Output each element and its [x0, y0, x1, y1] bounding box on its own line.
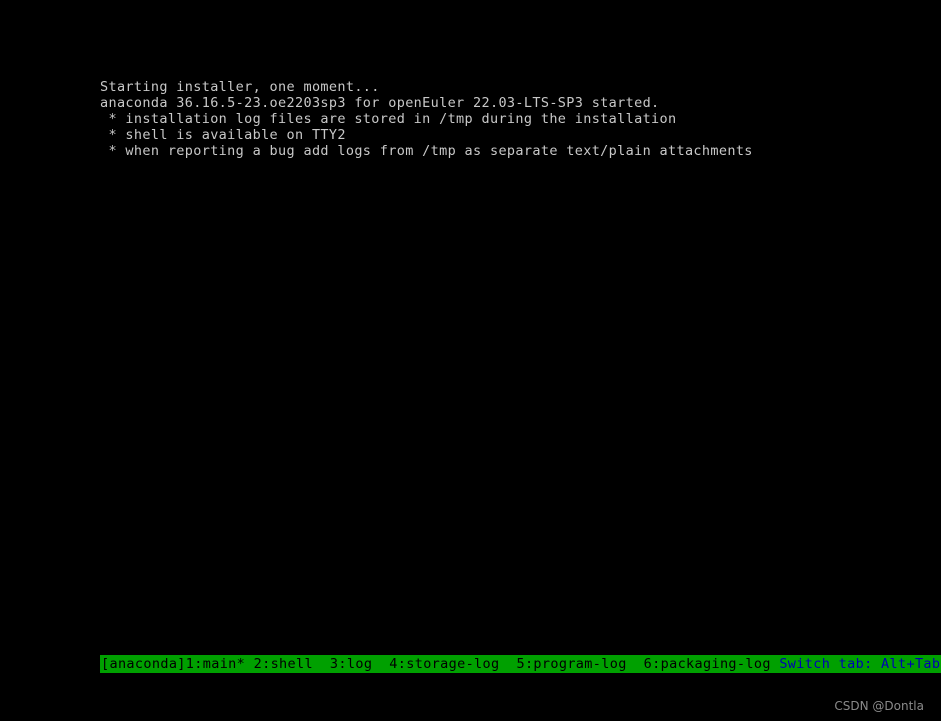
console-line-log-location: * installation log files are stored in /… — [100, 111, 677, 127]
csdn-watermark: CSDN @Dontla — [834, 699, 924, 713]
switch-tab-hint: Switch tab: Alt+Tab — [779, 656, 941, 672]
terminal-screen: { "screen": { "background_color": "#0000… — [0, 0, 941, 721]
tab-separator — [372, 655, 389, 673]
console-output: Starting installer, one moment... anacon… — [100, 79, 900, 159]
tab-program-log[interactable]: 5:program-log — [516, 655, 626, 673]
tab-separator — [500, 655, 517, 673]
tab-log[interactable]: 3:log — [330, 655, 372, 673]
tab-separator — [771, 655, 779, 673]
console-line-bug-report: * when reporting a bug add logs from /tm… — [100, 143, 753, 159]
tab-packaging-log[interactable]: 6:packaging-log — [644, 655, 771, 673]
tab-separator — [313, 655, 330, 673]
tab-shell[interactable]: 2:shell — [254, 655, 313, 673]
tab-storage-log[interactable]: 4:storage-log — [389, 655, 499, 673]
console-line-shell-tty: * shell is available on TTY2 — [100, 127, 346, 143]
session-label: [anaconda] — [101, 656, 186, 672]
tab-separator — [627, 655, 644, 673]
tab-main[interactable]: 1:main* — [186, 655, 245, 673]
console-line-anaconda-version: anaconda 36.16.5-23.oe2203sp3 for openEu… — [100, 95, 660, 111]
console-line-starting: Starting installer, one moment... — [100, 79, 380, 95]
tmux-status-bar: [anaconda] 1:main* 2:shell 3:log 4:stora… — [100, 655, 941, 673]
tab-separator — [245, 655, 253, 673]
